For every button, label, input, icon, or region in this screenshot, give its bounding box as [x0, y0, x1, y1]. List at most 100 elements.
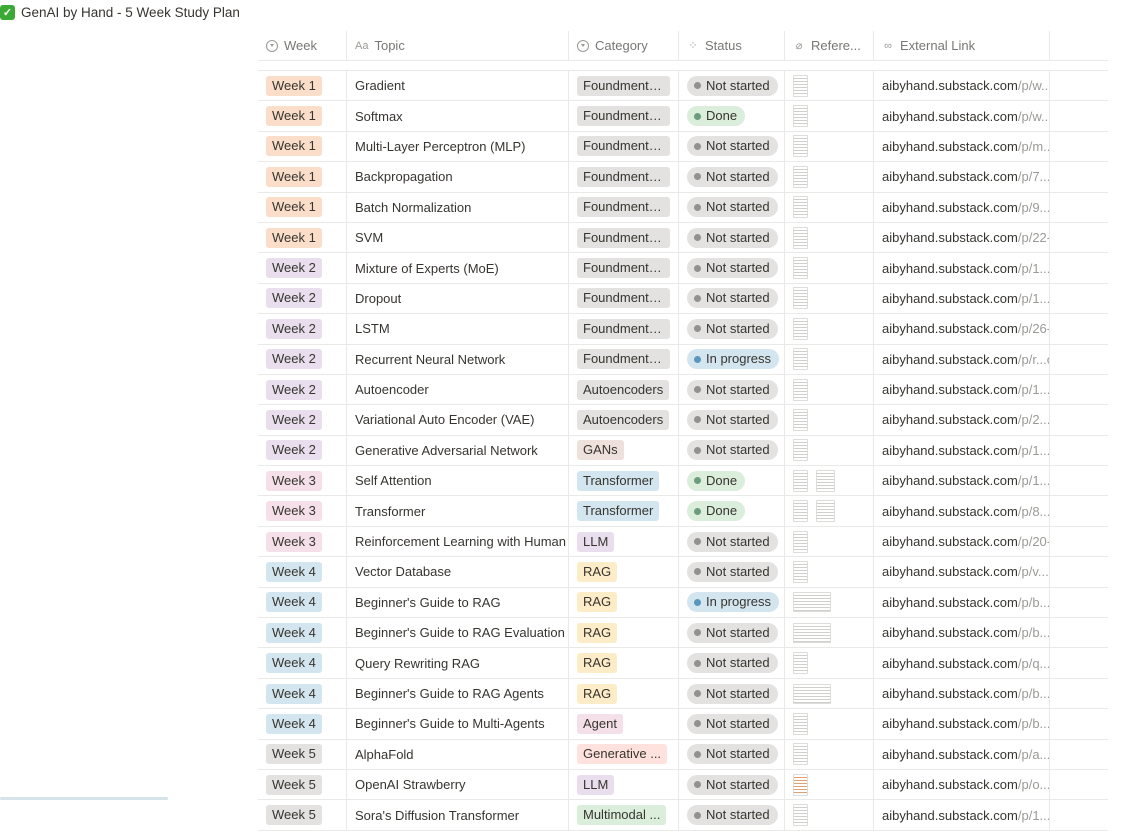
topic-cell[interactable]: LSTM	[347, 314, 569, 344]
external-link[interactable]: aibyhand.substack.com/p/22-	[882, 230, 1049, 245]
category-cell[interactable]: LLM	[569, 769, 679, 800]
reference-thumbnail[interactable]	[793, 622, 831, 643]
status-cell[interactable]: Not started	[679, 222, 785, 253]
reference-cell[interactable]	[785, 192, 874, 222]
reference-cell[interactable]	[785, 222, 874, 253]
external-link-cell[interactable]: aibyhand.substack.com/p/8...	[874, 496, 1050, 526]
topic-cell[interactable]: Batch Normalization	[347, 192, 569, 222]
week-cell[interactable]: Week 3	[258, 526, 347, 557]
external-link-cell[interactable]: aibyhand.substack.com/p/b...	[874, 618, 1050, 648]
external-link-cell[interactable]: aibyhand.substack.com/p/q...	[874, 648, 1050, 678]
reference-cell[interactable]	[785, 101, 874, 131]
category-cell[interactable]: Foundmentals	[569, 162, 679, 192]
external-link-cell[interactable]: aibyhand.substack.com/p/9...	[874, 192, 1050, 222]
category-cell[interactable]: RAG	[569, 557, 679, 587]
reference-cell[interactable]	[785, 283, 874, 314]
external-link-cell[interactable]: aibyhand.substack.com/p/m...	[874, 131, 1050, 162]
external-link[interactable]: aibyhand.substack.com/p/b...	[882, 716, 1049, 731]
week-cell[interactable]: Week 2	[258, 344, 347, 374]
external-link-cell[interactable]: aibyhand.substack.com/p/1...	[874, 253, 1050, 283]
status-cell[interactable]: Not started	[679, 557, 785, 587]
external-link[interactable]: aibyhand.substack.com/p/1...	[882, 473, 1049, 488]
reference-thumbnail[interactable]	[793, 196, 808, 219]
topic-cell[interactable]: Multi-Layer Perceptron (MLP)	[347, 131, 569, 162]
reference-thumbnail[interactable]	[793, 408, 808, 431]
external-link[interactable]: aibyhand.substack.com/p/b...	[882, 595, 1049, 610]
external-link-cell[interactable]: aibyhand.substack.com/p/1...	[874, 283, 1050, 314]
external-link[interactable]: aibyhand.substack.com/p/1...	[882, 382, 1049, 397]
external-link-cell[interactable]: aibyhand.substack.com/p/v...c	[874, 557, 1050, 587]
category-cell[interactable]: GANs	[569, 435, 679, 466]
topic-cell[interactable]: Query Rewriting RAG	[347, 648, 569, 678]
table-row[interactable]: Week 4 Beginner's Guide to Multi-Agents Ag…	[258, 709, 1108, 740]
reference-thumbnail[interactable]	[793, 257, 808, 280]
external-link[interactable]: aibyhand.substack.com/p/2...	[882, 412, 1049, 427]
external-link[interactable]: aibyhand.substack.com/p/v...c	[882, 564, 1049, 579]
external-link-cell[interactable]: aibyhand.substack.com/p/b...	[874, 678, 1050, 709]
table-row[interactable]: Week 2 Autoencoder Autoencoders Not started…	[258, 374, 1108, 406]
reference-cell[interactable]	[785, 648, 874, 678]
topic-cell[interactable]: AlphaFold	[347, 739, 569, 769]
reference-cell[interactable]	[785, 71, 874, 101]
week-cell[interactable]: Week 1	[258, 222, 347, 253]
status-cell[interactable]: Not started	[679, 435, 785, 466]
reference-cell[interactable]	[785, 344, 874, 374]
external-link-cell[interactable]: aibyhand.substack.com/p/o...	[874, 769, 1050, 800]
category-cell[interactable]: Foundmentals	[569, 192, 679, 222]
category-cell[interactable]: RAG	[569, 618, 679, 648]
reference-cell[interactable]	[785, 314, 874, 344]
table-row[interactable]: Week 2 LSTM Foundmentals Not started aibyhan…	[258, 314, 1108, 345]
reference-cell[interactable]	[785, 618, 874, 648]
status-cell[interactable]: Done	[679, 101, 785, 131]
category-cell[interactable]: Generative ...	[569, 739, 679, 769]
status-cell[interactable]: Not started	[679, 648, 785, 678]
week-cell[interactable]: Week 4	[258, 678, 347, 709]
status-cell[interactable]: Not started	[679, 131, 785, 162]
topic-cell[interactable]: Recurrent Neural Network	[347, 344, 569, 374]
external-link-cell[interactable]: aibyhand.substack.com/p/7...	[874, 162, 1050, 192]
external-link[interactable]: aibyhand.substack.com/p/20-	[882, 534, 1049, 549]
reference-thumbnail[interactable]	[793, 743, 808, 766]
week-cell[interactable]: Week 4	[258, 587, 347, 618]
category-cell[interactable]: RAG	[569, 648, 679, 678]
external-link[interactable]: aibyhand.substack.com/p/q...	[882, 656, 1049, 671]
external-link[interactable]: aibyhand.substack.com/p/o...	[882, 777, 1049, 792]
reference-cell[interactable]	[785, 557, 874, 587]
table-row[interactable]: Week 1 Backpropagation Foundmentals Not sta…	[258, 162, 1108, 193]
table-row[interactable]: Week 4 Beginner's Guide to RAG Agents RAG N…	[258, 678, 1108, 710]
external-link-cell[interactable]: aibyhand.substack.com/p/2...	[874, 405, 1050, 435]
week-cell[interactable]: Week 2	[258, 283, 347, 314]
external-link[interactable]: aibyhand.substack.com/p/b...	[882, 625, 1049, 640]
category-cell[interactable]: Foundmentals	[569, 314, 679, 344]
reference-cell[interactable]	[785, 709, 874, 739]
topic-cell[interactable]: OpenAI Strawberry	[347, 769, 569, 800]
status-cell[interactable]: In progress	[679, 344, 785, 374]
external-link-cell[interactable]: aibyhand.substack.com/p/20-	[874, 526, 1050, 557]
table-row[interactable]: Week 1 Gradient Foundmentals Not started aib…	[258, 71, 1108, 102]
topic-cell[interactable]: Autoencoder	[347, 374, 569, 405]
external-link-cell[interactable]: aibyhand.substack.com/p/1...	[874, 435, 1050, 466]
table-row[interactable]: Week 3 Self Attention Transformer Done aibyh…	[258, 466, 1108, 497]
topic-cell[interactable]: Self Attention	[347, 466, 569, 496]
external-link-cell[interactable]: aibyhand.substack.com/p/1...	[874, 374, 1050, 405]
reference-cell[interactable]	[785, 769, 874, 800]
reference-cell[interactable]	[785, 253, 874, 283]
external-link-cell[interactable]: aibyhand.substack.com/p/w...	[874, 101, 1050, 131]
category-cell[interactable]: Foundmentals	[569, 253, 679, 283]
status-cell[interactable]: Not started	[679, 253, 785, 283]
week-cell[interactable]: Week 2	[258, 435, 347, 466]
reference-thumbnail[interactable]	[816, 469, 835, 492]
reference-thumbnail[interactable]	[793, 135, 808, 158]
table-row[interactable]: Week 1 Softmax Foundmentals Done aibyhand.su…	[258, 101, 1108, 132]
topic-cell[interactable]: Beginner's Guide to Multi-Agents	[347, 709, 569, 739]
status-cell[interactable]: Not started	[679, 739, 785, 769]
external-link[interactable]: aibyhand.substack.com/p/1...	[882, 808, 1049, 823]
category-cell[interactable]: Transformer	[569, 466, 679, 496]
table-row[interactable]: Week 2 Dropout Foundmentals Not started aiby…	[258, 283, 1108, 315]
status-cell[interactable]: Not started	[679, 709, 785, 739]
topic-cell[interactable]: Backpropagation	[347, 162, 569, 192]
week-cell[interactable]: Week 4	[258, 648, 347, 678]
external-link-cell[interactable]: aibyhand.substack.com/p/b...	[874, 709, 1050, 739]
reference-thumbnail[interactable]	[793, 287, 808, 310]
week-cell[interactable]: Week 5	[258, 739, 347, 769]
